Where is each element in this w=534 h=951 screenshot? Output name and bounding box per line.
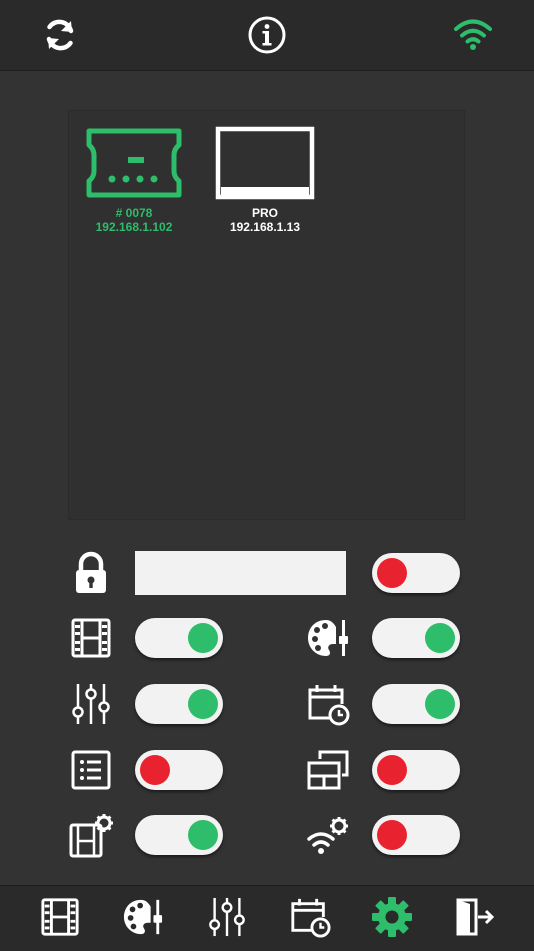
wifi-icon[interactable] bbox=[452, 14, 494, 56]
top-toolbar bbox=[0, 0, 534, 71]
toggle-knob bbox=[377, 820, 407, 850]
film-settings-toggle[interactable] bbox=[135, 815, 223, 855]
device-ip: 192.168.1.102 bbox=[95, 220, 173, 234]
calendar-clock-icon bbox=[304, 680, 352, 728]
toggle-knob bbox=[188, 820, 218, 850]
palette-icon bbox=[304, 614, 352, 662]
nav-palette-icon[interactable] bbox=[121, 895, 165, 939]
toggle-knob bbox=[377, 755, 407, 785]
device-list-panel: # 0078 192.168.1.102 PRO 192.168.1.13 bbox=[68, 110, 465, 520]
device-name: PRO bbox=[251, 206, 278, 220]
device-name: # 0078 bbox=[115, 206, 153, 220]
sliders-toggle[interactable] bbox=[135, 684, 223, 724]
wifi-settings-toggle[interactable] bbox=[372, 815, 460, 855]
toggle-knob bbox=[425, 623, 455, 653]
toggle-knob bbox=[377, 558, 407, 588]
film-settings-icon bbox=[67, 812, 115, 860]
screens-icon bbox=[304, 746, 352, 794]
palette-toggle[interactable] bbox=[372, 618, 460, 658]
nav-sliders-icon[interactable] bbox=[205, 895, 249, 939]
nav-exit-icon[interactable] bbox=[453, 895, 497, 939]
calendar-toggle[interactable] bbox=[372, 684, 460, 724]
device-ip: 192.168.1.13 bbox=[229, 220, 301, 234]
controller-device-icon bbox=[86, 128, 182, 198]
password-field[interactable] bbox=[135, 551, 346, 595]
list-toggle[interactable] bbox=[135, 750, 223, 790]
info-icon[interactable] bbox=[246, 14, 288, 56]
wifi-settings-icon bbox=[304, 812, 352, 860]
screens-toggle[interactable] bbox=[372, 750, 460, 790]
film-icon bbox=[67, 614, 115, 662]
lock-toggle[interactable] bbox=[372, 553, 460, 593]
monitor-device-icon bbox=[215, 126, 315, 200]
toggle-knob bbox=[425, 689, 455, 719]
toggle-knob bbox=[188, 623, 218, 653]
toggle-knob bbox=[188, 689, 218, 719]
toggle-knob bbox=[140, 755, 170, 785]
device-item-pro[interactable]: PRO 192.168.1.13 bbox=[210, 125, 320, 234]
lock-icon bbox=[67, 549, 115, 597]
device-item-0078[interactable]: # 0078 192.168.1.102 bbox=[79, 125, 189, 234]
nav-gear-icon[interactable] bbox=[370, 895, 414, 939]
film-toggle[interactable] bbox=[135, 618, 223, 658]
refresh-icon[interactable] bbox=[39, 14, 81, 56]
nav-calendar-clock-icon[interactable] bbox=[288, 895, 332, 939]
bottom-navigation bbox=[0, 885, 534, 951]
nav-film-icon[interactable] bbox=[38, 895, 82, 939]
list-icon bbox=[67, 746, 115, 794]
sliders-icon bbox=[67, 680, 115, 728]
